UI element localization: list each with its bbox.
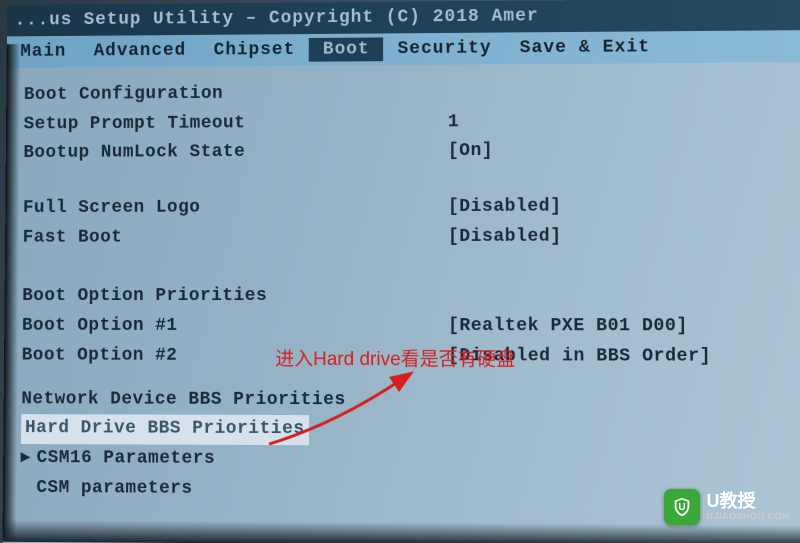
bootup-numlock-value: [On] — [448, 137, 493, 167]
fast-boot-label[interactable]: Fast Boot — [23, 223, 448, 253]
csm16-label: CSM16 Parameters — [37, 448, 216, 469]
hard-drive-bbs-submenu[interactable]: Hard Drive BBS Priorities — [21, 414, 448, 445]
bootup-numlock-label[interactable]: Bootup NumLock State — [23, 138, 448, 169]
setup-prompt-timeout-label[interactable]: Setup Prompt Timeout — [24, 108, 448, 140]
fast-boot-value: [Disabled] — [448, 222, 562, 252]
boot-config-header: Boot Configuration — [24, 79, 448, 111]
menu-advanced[interactable]: Advanced — [80, 39, 200, 63]
csm16-submenu[interactable]: ▸ CSM16 Parameters — [21, 444, 448, 476]
title-text: ...us Setup Utility – Copyright (C) 2018… — [15, 6, 539, 30]
menu-main[interactable]: Main — [7, 40, 80, 64]
watermark: U U教授 UJIAOSHOU.COM — [664, 489, 790, 525]
boot-option-priorities-header: Boot Option Priorities — [22, 282, 448, 312]
svg-text:U: U — [679, 502, 686, 513]
menu-boot[interactable]: Boot — [309, 37, 384, 61]
network-bbs-submenu[interactable]: Network Device BBS Priorities — [21, 385, 448, 416]
watermark-brand: U教授 — [706, 492, 790, 512]
cursor-icon: ▸ — [21, 444, 31, 474]
boot-option-1-value: [Realtek PXE B01 D00] — [448, 312, 688, 342]
boot-option-1-label[interactable]: Boot Option #1 — [22, 312, 448, 342]
menu-security[interactable]: Security — [384, 36, 506, 61]
watermark-url: UJIAOSHOU.COM — [706, 512, 790, 522]
setup-prompt-timeout-value: 1 — [448, 108, 459, 138]
bios-content-pane: Boot Configuration Setup Prompt Timeout … — [2, 62, 800, 543]
csm-submenu[interactable]: CSM parameters — [21, 473, 449, 505]
hard-drive-bbs-label: Hard Drive BBS Priorities — [21, 414, 309, 445]
menu-save-exit[interactable]: Save & Exit — [506, 35, 665, 60]
full-screen-logo-value: [Disabled] — [448, 193, 562, 223]
menu-chipset[interactable]: Chipset — [200, 38, 309, 62]
full-screen-logo-label[interactable]: Full Screen Logo — [23, 193, 448, 224]
annotation-text: 进入Hard drive看是否有硬盘 — [275, 344, 515, 371]
watermark-shield-icon: U — [664, 489, 700, 525]
